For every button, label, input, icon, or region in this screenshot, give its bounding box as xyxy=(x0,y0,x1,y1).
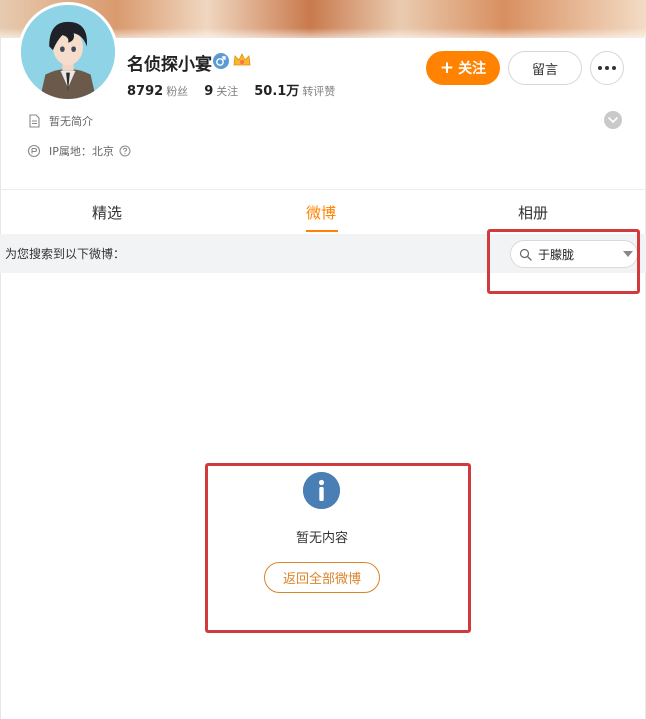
chevron-down-icon xyxy=(608,117,618,123)
fans-label[interactable]: 粉丝 xyxy=(166,83,188,99)
bio-row: 暂无简介 xyxy=(27,113,93,129)
ip-row: IP属地：北京 xyxy=(27,143,131,159)
ip-location-icon xyxy=(27,144,41,158)
empty-state-text: 暂无内容 xyxy=(295,531,348,546)
info-icon xyxy=(303,472,340,509)
vip-crown-icon[interactable] xyxy=(232,51,252,69)
following-count[interactable]: 9 xyxy=(204,84,213,99)
avatar[interactable] xyxy=(18,2,118,102)
bio-text: 暂无简介 xyxy=(49,115,93,128)
empty-state-message: 暂无内容 xyxy=(0,527,646,546)
document-icon xyxy=(29,114,40,128)
follow-label: 关注 xyxy=(458,61,487,77)
tab-weibo[interactable]: 微博 xyxy=(306,202,336,223)
annotation-highlight-box xyxy=(487,229,640,294)
male-icon xyxy=(213,53,229,69)
profile-name: 名侦探小宴 xyxy=(127,55,212,75)
active-tab-indicator xyxy=(306,230,338,232)
more-dots-icon xyxy=(598,66,616,70)
more-options-button[interactable] xyxy=(590,51,624,85)
search-result-hint: 为您搜索到以下微博： xyxy=(5,247,126,261)
back-to-all-weibo-button[interactable]: 返回全部微博 xyxy=(264,562,380,593)
ip-location-text: IP属地：北京 xyxy=(49,145,114,158)
likes-label: 转评赞 xyxy=(302,85,336,98)
profile-tabs: 精选 微博 相册 xyxy=(0,190,646,234)
tab-featured[interactable]: 精选 xyxy=(92,202,122,223)
profile-stats: 8792 粉丝 9 关注 50.1万 转评赞 xyxy=(127,80,351,99)
likes-count: 50.1万 xyxy=(254,84,300,99)
help-icon[interactable] xyxy=(119,145,131,157)
fans-count[interactable]: 8792 xyxy=(127,84,163,99)
following-label[interactable]: 关注 xyxy=(216,83,238,99)
expand-info-button[interactable] xyxy=(604,111,622,129)
plus-icon: + xyxy=(439,57,455,78)
follow-button[interactable]: + 关注 xyxy=(426,51,500,85)
tab-album[interactable]: 相册 xyxy=(518,202,548,223)
message-button[interactable]: 留言 xyxy=(508,51,582,85)
